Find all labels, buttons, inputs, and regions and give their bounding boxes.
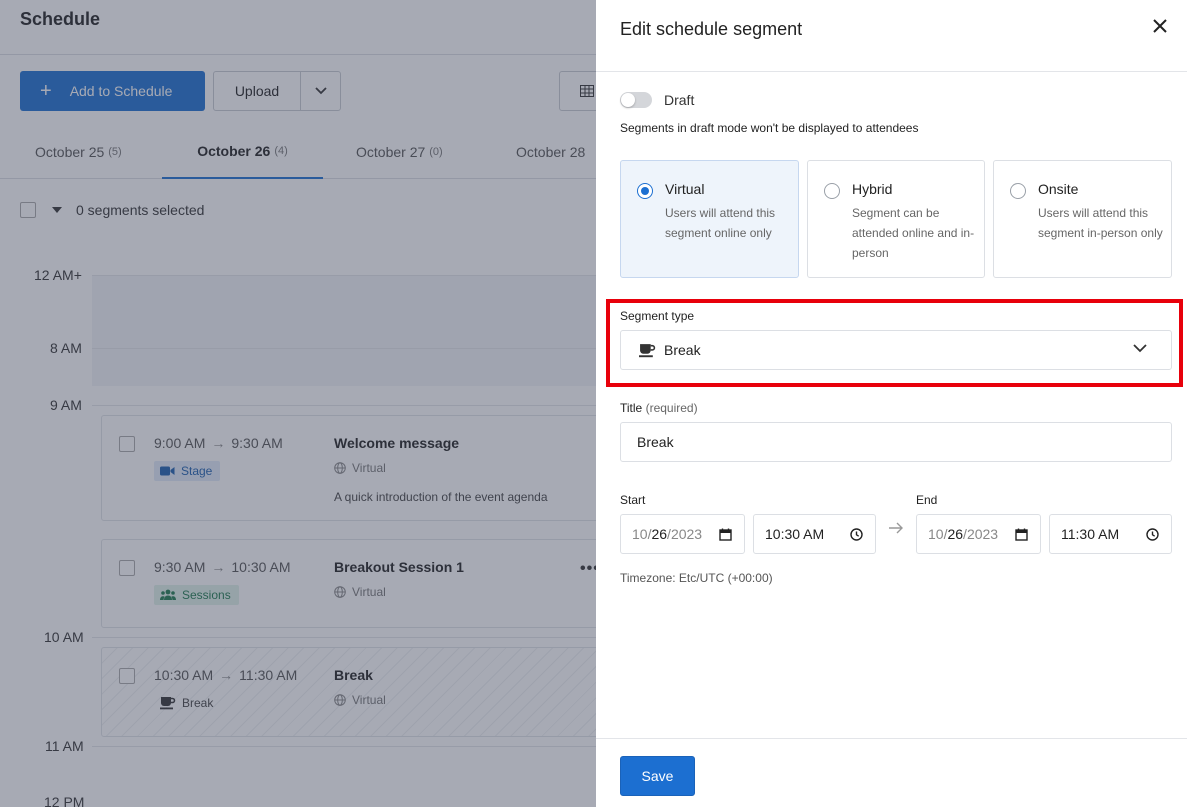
mode-description: Segment can be attended online and in-pe… bbox=[852, 206, 975, 260]
time-value: 10:30 AM bbox=[765, 526, 825, 542]
title-input[interactable]: Break bbox=[620, 422, 1172, 462]
start-time-input[interactable]: 10:30 AM bbox=[753, 514, 876, 554]
month: 10 bbox=[632, 526, 648, 542]
close-button[interactable] bbox=[1150, 16, 1170, 36]
mode-title: Virtual bbox=[665, 181, 705, 197]
timezone-label: Timezone: Etc/UTC (+00:00) bbox=[620, 571, 773, 585]
mode-hybrid-card[interactable]: Hybrid Segment can be attended online an… bbox=[807, 160, 985, 278]
required-hint: (required) bbox=[645, 401, 698, 415]
arrow-right-icon bbox=[889, 522, 903, 534]
time-value: 11:30 AM bbox=[1061, 526, 1120, 542]
segment-type-label: Segment type bbox=[620, 309, 695, 323]
chevron-down-icon bbox=[1133, 344, 1147, 353]
drawer-header: Edit schedule segment bbox=[596, 0, 1187, 72]
title-label-text: Title bbox=[620, 401, 643, 415]
calendar-icon[interactable] bbox=[719, 528, 732, 541]
radio-hybrid[interactable] bbox=[824, 183, 840, 199]
mode-description: Users will attend this segment online on… bbox=[665, 206, 776, 240]
mode-title: Onsite bbox=[1038, 181, 1079, 197]
start-label: Start bbox=[620, 493, 646, 507]
clock-icon[interactable] bbox=[1146, 528, 1159, 541]
mode-description: Users will attend this segment in-person… bbox=[1038, 206, 1163, 240]
edit-segment-drawer: Edit schedule segment Draft Segments in … bbox=[596, 0, 1187, 807]
save-button[interactable]: Save bbox=[620, 756, 695, 796]
draft-label: Draft bbox=[664, 92, 695, 108]
end-label: End bbox=[916, 493, 938, 507]
mode-title: Hybrid bbox=[852, 181, 893, 197]
end-time-input[interactable]: 11:30 AM bbox=[1049, 514, 1172, 554]
day: 26 bbox=[651, 526, 668, 542]
close-icon bbox=[1153, 19, 1167, 33]
year: 2023 bbox=[670, 526, 703, 542]
drawer-title: Edit schedule segment bbox=[620, 19, 803, 39]
drawer-footer: Save bbox=[596, 738, 1187, 807]
radio-virtual[interactable] bbox=[637, 183, 653, 199]
segment-type-value: Break bbox=[664, 342, 701, 358]
calendar-icon[interactable] bbox=[1015, 528, 1028, 541]
clock-icon[interactable] bbox=[850, 528, 863, 541]
coffee-cup-icon bbox=[639, 343, 656, 357]
mode-virtual-card[interactable]: Virtual Users will attend this segment o… bbox=[620, 160, 799, 278]
year: 2023 bbox=[966, 526, 999, 542]
day: 26 bbox=[947, 526, 964, 542]
radio-onsite[interactable] bbox=[1010, 183, 1026, 199]
mode-onsite-card[interactable]: Onsite Users will attend this segment in… bbox=[993, 160, 1172, 278]
toggle-knob bbox=[621, 93, 635, 107]
draft-hint: Segments in draft mode won't be displaye… bbox=[620, 121, 919, 135]
start-date-input[interactable]: 10/26/2023 bbox=[620, 514, 745, 554]
segment-type-select[interactable]: Break bbox=[620, 330, 1172, 370]
month: 10 bbox=[928, 526, 944, 542]
modal-overlay[interactable] bbox=[0, 0, 596, 807]
end-date-input[interactable]: 10/26/2023 bbox=[916, 514, 1041, 554]
draft-toggle[interactable] bbox=[620, 92, 652, 108]
title-label: Title (required) bbox=[620, 401, 698, 415]
